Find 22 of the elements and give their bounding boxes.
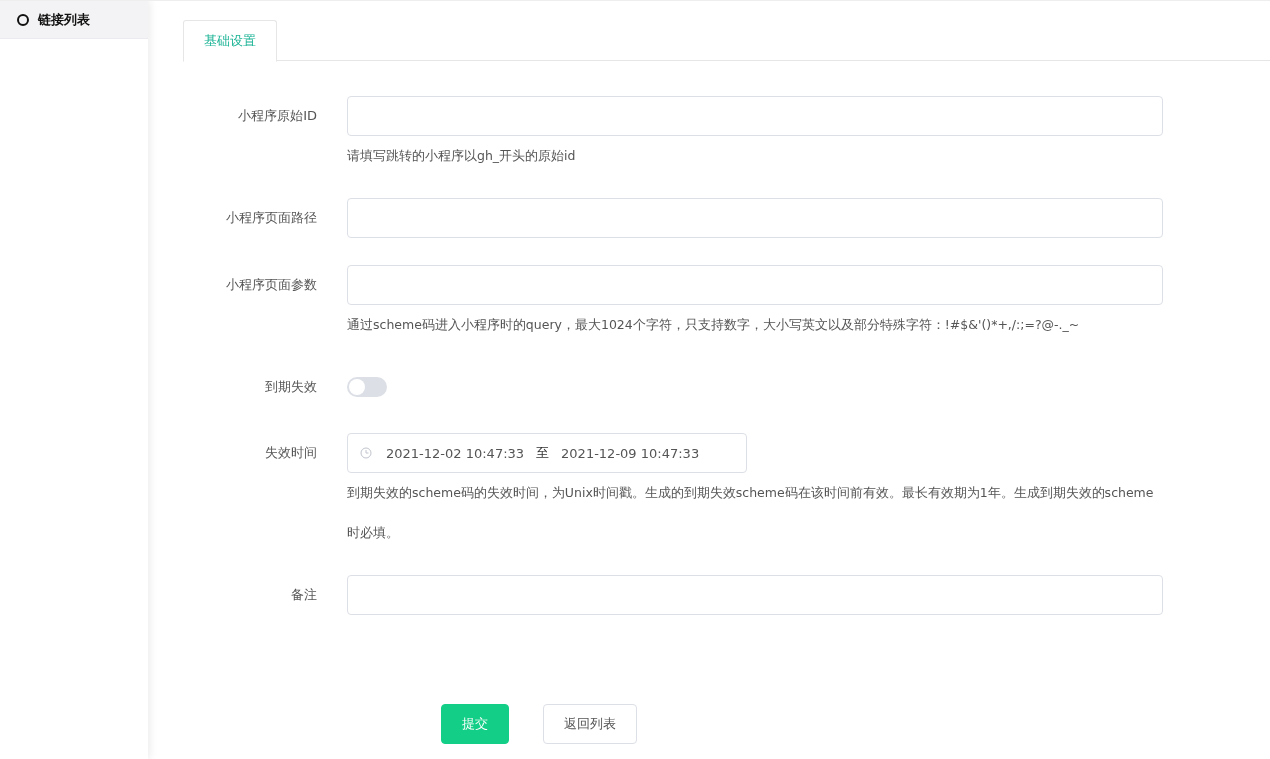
input-field[interactable]	[347, 575, 1163, 615]
start-date: 2021-12-02 10:47:33	[386, 445, 525, 461]
input-field[interactable]	[347, 265, 1163, 305]
range-separator: 至	[536, 444, 550, 462]
field-label: 小程序页面路径	[225, 209, 317, 227]
hint-text: 请填写跳转的小程序以gh_开头的原始id	[347, 147, 577, 165]
input-field[interactable]	[347, 96, 1163, 136]
field-label: 到期失效	[264, 378, 317, 396]
clock-icon	[360, 447, 372, 459]
hint-text: 通过scheme码进入小程序时的query，最大1024个字符，只支持数字，大小写英文以及部分特殊字符：!#$&'()*+,/:;=?@-._~	[347, 316, 1081, 334]
hint-text: 到期失效的scheme码的失效时间，为Unix时间戳。生成的到期失效scheme码在该时间前有效。最长有效期为1年。生成到期失效的scheme时必填。	[347, 484, 1155, 542]
circle-icon	[17, 13, 29, 26]
field-label: 小程序原始ID	[237, 107, 317, 125]
date-range-field[interactable]: 2021-12-02 10:47:33 至 2021-12-09 10:47:33	[347, 433, 747, 473]
field-label: 小程序页面参数	[225, 276, 317, 294]
field-label: 备注	[290, 586, 317, 604]
back-button[interactable]: 返回列表	[543, 704, 637, 744]
field-label: 失效时间	[264, 444, 317, 462]
input-field[interactable]	[347, 198, 1163, 238]
end-date: 2021-12-09 10:47:33	[561, 445, 700, 461]
sidebar-item[interactable]: 链接列表	[0, 1, 148, 39]
toggle-switch[interactable]	[347, 377, 387, 397]
